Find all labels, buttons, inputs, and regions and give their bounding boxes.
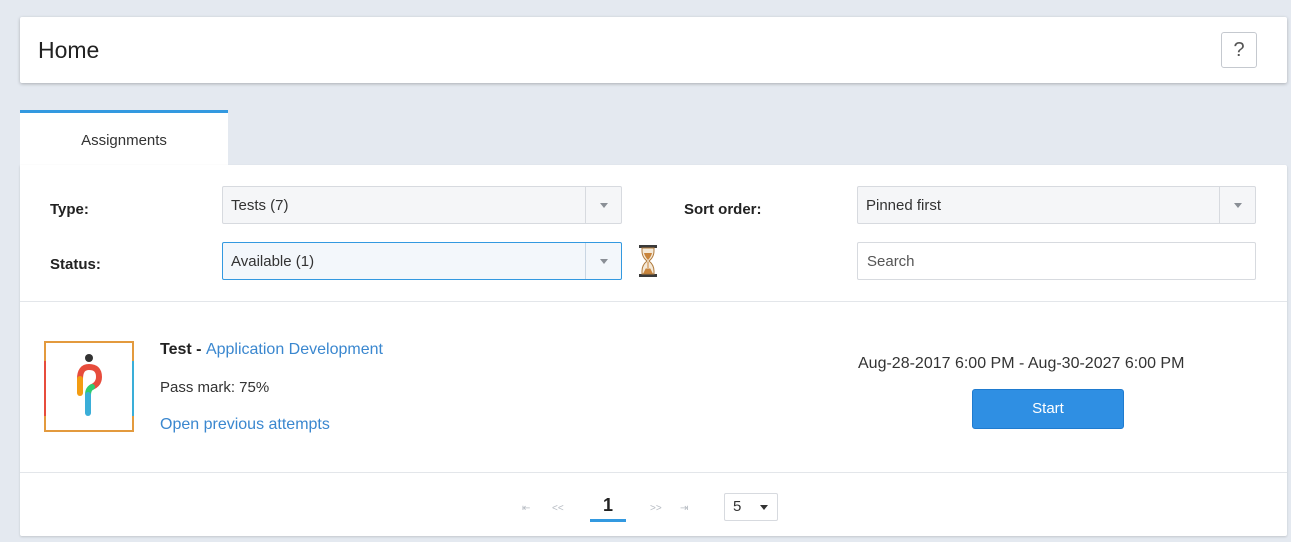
type-select-value: Tests (7): [231, 197, 289, 214]
chevron-down-icon: [585, 243, 621, 279]
app-logo-icon: [44, 341, 134, 432]
status-label: Status:: [50, 256, 101, 273]
pass-mark: Pass mark: 75%: [160, 379, 270, 396]
assignments-panel: Type: Tests (7) Sort order: Pinned first…: [20, 165, 1287, 536]
assignment-course-link[interactable]: Application Development: [206, 341, 383, 358]
caret-down-icon: [760, 505, 768, 510]
pager-first-icon[interactable]: ⇤: [522, 503, 530, 514]
pager-current-page[interactable]: 1: [590, 495, 626, 516]
pager-next-icon[interactable]: >>: [650, 503, 662, 514]
sort-order-label: Sort order:: [684, 201, 762, 218]
search-input[interactable]: [857, 242, 1256, 280]
status-select-value: Available (1): [231, 253, 315, 270]
assignment-title: Test - Application Development: [160, 341, 383, 359]
chevron-down-icon: [585, 187, 621, 223]
start-button[interactable]: Start: [972, 389, 1124, 429]
open-previous-attempts-link[interactable]: Open previous attempts: [160, 416, 330, 434]
type-select[interactable]: Tests (7): [222, 186, 622, 224]
assignment-date-range: Aug-28-2017 6:00 PM - Aug-30-2027 6:00 P…: [858, 355, 1185, 372]
divider: [20, 472, 1287, 473]
sort-order-select[interactable]: Pinned first: [857, 186, 1256, 224]
page-header: Home ?: [20, 17, 1287, 83]
hourglass-icon[interactable]: [639, 245, 657, 277]
assignment-separator: -: [191, 341, 206, 358]
chevron-down-icon: [1219, 187, 1255, 223]
assignment-name: Test: [160, 341, 192, 358]
pager-prev-icon[interactable]: <<: [552, 503, 564, 514]
status-select[interactable]: Available (1): [222, 242, 622, 280]
divider: [20, 301, 1287, 302]
page-size-select[interactable]: 5: [724, 493, 778, 521]
page-title: Home: [38, 37, 100, 63]
help-button[interactable]: ?: [1221, 32, 1257, 68]
tab-assignments[interactable]: Assignments: [20, 110, 228, 166]
sort-order-select-value: Pinned first: [866, 197, 942, 214]
type-label: Type:: [50, 201, 89, 218]
pager-current-indicator: [590, 519, 626, 522]
page-size-value: 5: [733, 498, 742, 515]
pager-last-icon[interactable]: ⇥: [680, 503, 688, 514]
